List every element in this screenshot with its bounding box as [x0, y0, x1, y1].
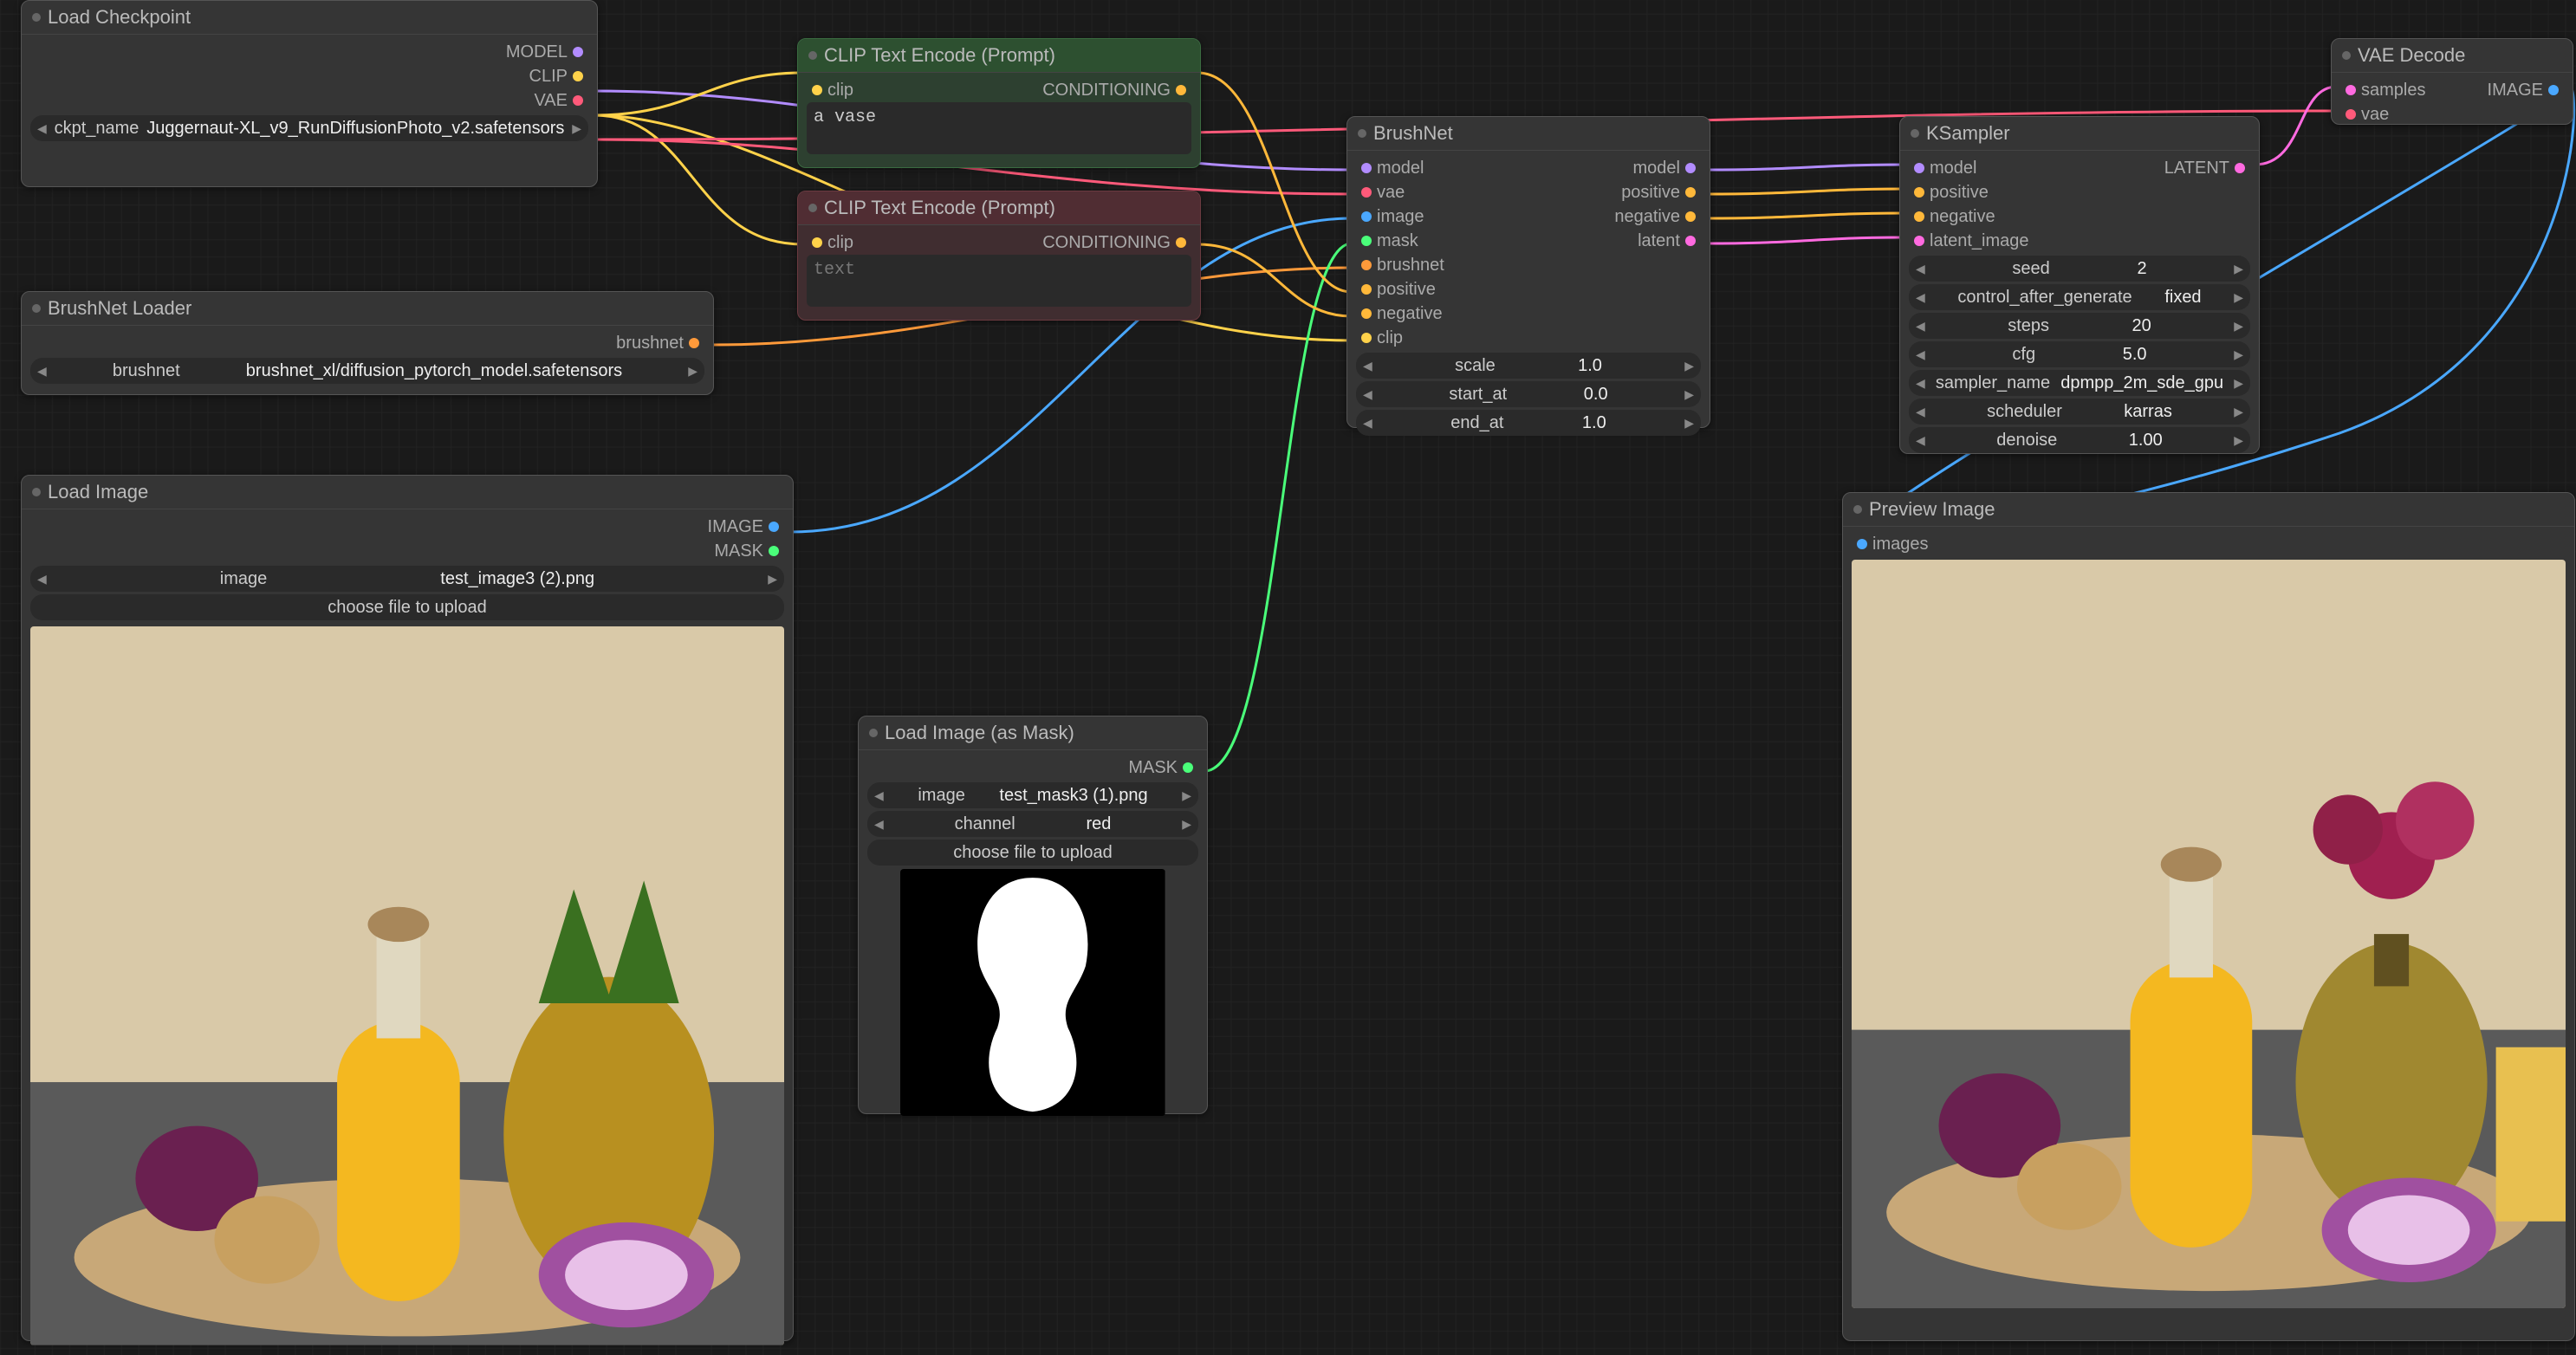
node-title: BrushNet	[1347, 117, 1710, 151]
scheduler-widget[interactable]: ◀schedulerkarras▶	[1909, 399, 2250, 425]
image-file-widget[interactable]: ◀image test_image3 (2).png▶	[30, 566, 784, 592]
node-load-image[interactable]: Load Image IMAGE MASK ◀image test_image3…	[21, 475, 794, 1341]
slot-in-image[interactable]: image	[1377, 207, 1424, 227]
slot-conditioning[interactable]: CONDITIONING	[1042, 233, 1171, 253]
slot-in-vae[interactable]: vae	[1377, 183, 1405, 203]
node-title: Load Image (as Mask)	[859, 716, 1207, 750]
chevron-right-icon[interactable]: ▶	[572, 121, 581, 136]
slot-mask[interactable]: MASK	[714, 541, 763, 561]
slot-in-negative[interactable]: negative	[1377, 304, 1443, 324]
node-title: Load Image	[22, 476, 793, 509]
node-ksampler[interactable]: KSampler model LATENT positive negative …	[1899, 116, 2260, 454]
node-load-checkpoint[interactable]: Load Checkpoint MODEL CLIP VAE ◀ ckpt_na…	[21, 0, 598, 187]
slot-out-latent[interactable]: latent	[1638, 231, 1680, 251]
node-title: CLIP Text Encode (Prompt)	[798, 191, 1200, 225]
channel-widget[interactable]: ◀channelred▶	[867, 811, 1198, 837]
slot-clip-in[interactable]: clip	[827, 81, 853, 100]
slot-in-brushnet[interactable]: brushnet	[1377, 256, 1444, 276]
output-image-preview	[1852, 560, 2566, 1308]
slot-latent[interactable]: LATENT	[2164, 159, 2229, 178]
slot-in-clip[interactable]: clip	[1377, 328, 1403, 348]
slot-negative[interactable]: negative	[1930, 207, 1995, 227]
node-title: VAE Decode	[2332, 39, 2573, 73]
slot-brushnet[interactable]: brushnet	[616, 334, 684, 353]
slot-out-negative[interactable]: negative	[1614, 207, 1680, 227]
slot-in-model[interactable]: model	[1377, 159, 1424, 178]
node-title: KSampler	[1900, 117, 2259, 151]
slot-images[interactable]: images	[1872, 535, 1928, 554]
input-image-preview	[30, 626, 784, 1345]
slot-image[interactable]: IMAGE	[2488, 81, 2543, 100]
slot-in-positive[interactable]: positive	[1377, 280, 1436, 300]
start-at-widget[interactable]: ◀start_at0.0▶	[1356, 381, 1701, 407]
slot-out-positive[interactable]: positive	[1621, 183, 1680, 203]
mask-preview	[900, 869, 1165, 1116]
node-title: CLIP Text Encode (Prompt)	[798, 39, 1200, 73]
mask-file-widget[interactable]: ◀imagetest_mask3 (1).png▶	[867, 782, 1198, 808]
slot-model[interactable]: MODEL	[506, 42, 568, 62]
node-title: Preview Image	[1843, 493, 2574, 527]
cfg-widget[interactable]: ◀cfg5.0▶	[1909, 341, 2250, 367]
ckpt-name-widget[interactable]: ◀ ckpt_name Juggernaut-XL_v9_RunDiffusio…	[30, 115, 588, 141]
steps-widget[interactable]: ◀steps20▶	[1909, 313, 2250, 339]
chevron-right-icon[interactable]: ▶	[688, 364, 698, 379]
scale-widget[interactable]: ◀scale1.0▶	[1356, 353, 1701, 379]
slot-model[interactable]: model	[1930, 159, 1976, 178]
denoise-widget[interactable]: ◀denoise1.00▶	[1909, 427, 2250, 453]
node-title: Load Checkpoint	[22, 1, 597, 35]
brushnet-widget[interactable]: ◀ brushnet brushnet_xl/diffusion_pytorch…	[30, 358, 704, 384]
slot-positive[interactable]: positive	[1930, 183, 1989, 203]
sampler-widget[interactable]: ◀sampler_namedpmpp_2m_sde_gpu▶	[1909, 370, 2250, 396]
slot-image[interactable]: IMAGE	[708, 517, 763, 537]
node-vae-decode[interactable]: VAE Decode samples IMAGE vae	[2331, 38, 2573, 125]
chevron-left-icon[interactable]: ◀	[37, 364, 47, 379]
seed-widget[interactable]: ◀seed2▶	[1909, 256, 2250, 282]
control-after-generate-widget[interactable]: ◀control_after_generatefixed▶	[1909, 284, 2250, 310]
node-clip-encode-positive[interactable]: CLIP Text Encode (Prompt) clip CONDITION…	[797, 38, 1201, 168]
node-clip-encode-negative[interactable]: CLIP Text Encode (Prompt) clip CONDITION…	[797, 191, 1201, 321]
slot-vae[interactable]: VAE	[534, 91, 568, 111]
node-brushnet-loader[interactable]: BrushNet Loader brushnet ◀ brushnet brus…	[21, 291, 714, 395]
node-preview-image[interactable]: Preview Image images	[1842, 492, 2575, 1341]
slot-clip-in[interactable]: clip	[827, 233, 853, 253]
slot-in-mask[interactable]: mask	[1377, 231, 1418, 251]
upload-button[interactable]: choose file to upload	[30, 594, 784, 620]
slot-mask[interactable]: MASK	[1128, 758, 1178, 778]
node-brushnet[interactable]: BrushNet model model vae positive image …	[1346, 116, 1710, 428]
prompt-text[interactable]: a vase	[807, 102, 1191, 154]
slot-vae[interactable]: vae	[2361, 105, 2389, 125]
node-load-mask[interactable]: Load Image (as Mask) MASK ◀imagetest_mas…	[858, 716, 1208, 1114]
slot-out-model[interactable]: model	[1633, 159, 1680, 178]
slot-conditioning[interactable]: CONDITIONING	[1042, 81, 1171, 100]
slot-samples[interactable]: samples	[2361, 81, 2425, 100]
node-title: BrushNet Loader	[22, 292, 713, 326]
end-at-widget[interactable]: ◀end_at1.0▶	[1356, 410, 1701, 436]
slot-latent-image[interactable]: latent_image	[1930, 231, 2029, 251]
chevron-left-icon[interactable]: ◀	[37, 121, 47, 136]
slot-clip[interactable]: CLIP	[529, 67, 568, 87]
upload-button[interactable]: choose file to upload	[867, 840, 1198, 866]
prompt-text[interactable]: text	[807, 255, 1191, 307]
